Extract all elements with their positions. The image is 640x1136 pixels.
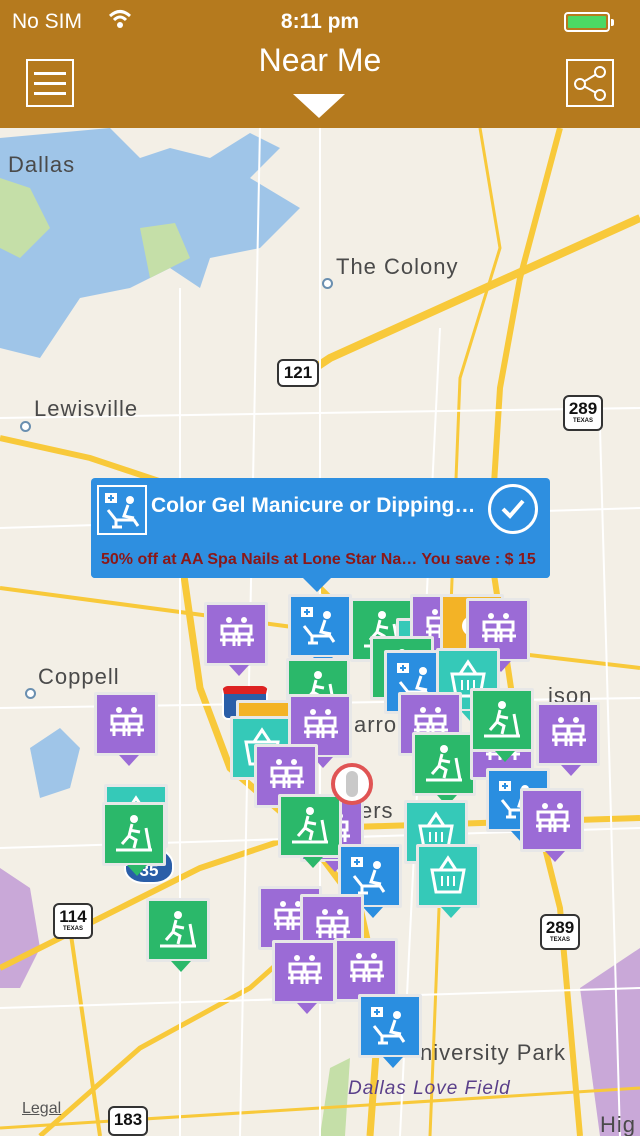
salon-chairs-icon <box>288 955 322 984</box>
dental-chair-icon <box>97 485 147 535</box>
page-title[interactable]: Near Me <box>0 42 640 79</box>
treadmill-icon <box>160 911 196 948</box>
treadmill-icon <box>292 807 328 844</box>
deal-callout[interactable]: Color Gel Manicure or Dipping… 50% off a… <box>91 478 550 592</box>
callout-subtitle[interactable]: 50% off at AA Spa Nails at Lone Star Na…… <box>91 542 550 578</box>
grocery-basket-icon <box>430 855 466 894</box>
map-pin-salon-chairs-icon[interactable] <box>204 602 268 676</box>
city-dot <box>322 278 333 289</box>
salon-chairs-icon <box>482 613 516 642</box>
map-label-coppell: Coppell <box>38 664 120 689</box>
map-pin-dental-chair-icon[interactable] <box>288 594 352 668</box>
treadmill-icon <box>116 815 152 852</box>
map-label-the-colony: The Colony <box>336 254 459 279</box>
map-pin-treadmill-icon[interactable] <box>412 732 476 806</box>
checkmark-icon[interactable] <box>488 484 538 534</box>
salon-chairs-icon <box>552 717 586 746</box>
salon-chairs-icon <box>270 759 304 788</box>
salon-chairs-icon <box>220 617 254 646</box>
map-label-lewisville: Lewisville <box>34 396 139 421</box>
map-pin-salon-chairs-icon[interactable] <box>334 938 398 1012</box>
highway-shield: 183 <box>108 1106 148 1136</box>
salon-chairs-icon <box>536 803 570 832</box>
map-label-farmers-branch-fragment: ers <box>360 798 394 823</box>
map-pin-treadmill-icon[interactable] <box>102 802 166 876</box>
map-pin-treadmill-icon[interactable] <box>146 898 210 972</box>
treadmill-icon <box>484 701 520 738</box>
highway-shield: 289 TEXAS <box>540 914 580 950</box>
battery-icon <box>564 12 614 32</box>
map-label-dallas: Dallas <box>8 152 76 177</box>
map-pin-treadmill-icon[interactable] <box>470 688 534 762</box>
map-pin-salon-chairs-icon[interactable] <box>536 702 600 776</box>
app-root: No SIM 8:11 pm Near Me Dallas The Colony… <box>0 0 640 1136</box>
clock: 8:11 pm <box>280 10 360 33</box>
title-dropdown-chevron-icon[interactable] <box>293 94 345 118</box>
dental-chair-icon <box>371 1007 406 1045</box>
map-pin-dental-chair-icon[interactable] <box>358 994 422 1068</box>
map-pin-treadmill-icon[interactable] <box>278 794 342 868</box>
highway-shield: 121 <box>277 359 319 387</box>
map-pin-salon-chairs-icon[interactable] <box>520 788 584 862</box>
salon-chairs-icon <box>350 953 384 982</box>
legal-link[interactable]: Legal <box>22 1100 61 1118</box>
navigation-header: No SIM 8:11 pm Near Me <box>0 0 640 128</box>
callout-title[interactable]: Color Gel Manicure or Dipping… <box>151 494 481 518</box>
city-dot <box>20 421 31 432</box>
salon-chairs-icon <box>304 709 338 738</box>
user-location-marker[interactable] <box>331 763 373 805</box>
map-label-dallas-love-field: Dallas Love Field <box>348 1078 511 1099</box>
map-pin-salon-chairs-icon[interactable] <box>94 692 158 766</box>
map-label-carrollton-fragment: arro <box>354 712 398 737</box>
map-label-university-park: niversity Park <box>420 1040 567 1065</box>
map-view[interactable]: Dallas The Colony Lewisville Coppell arr… <box>0 128 640 1136</box>
map-pin-grocery-basket-icon[interactable] <box>416 844 480 918</box>
treadmill-icon <box>426 745 462 782</box>
map-label-highland-fragment: Hig <box>600 1112 637 1136</box>
share-icon <box>574 66 606 101</box>
map-pin-salon-chairs-icon[interactable] <box>272 940 336 1014</box>
share-button[interactable] <box>566 59 614 107</box>
status-bar: No SIM 8:11 pm <box>0 8 640 36</box>
dental-chair-icon <box>301 607 336 645</box>
highway-shield: 114 TEXAS <box>53 903 93 939</box>
dental-chair-icon <box>351 857 386 895</box>
salon-chairs-icon <box>110 707 144 736</box>
city-dot <box>25 688 36 699</box>
highway-shield: 289 TEXAS <box>563 395 603 431</box>
